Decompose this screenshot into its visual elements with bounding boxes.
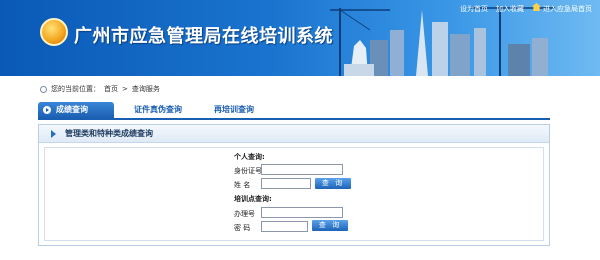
personal-query-heading: 个人查询:	[234, 153, 265, 161]
id-number-label: 身份证号	[234, 167, 262, 175]
header-banner: 广州市应急管理局在线培训系统 设为首页 加入收藏 进入应急局首页	[0, 0, 600, 76]
home-icon	[532, 3, 541, 11]
breadcrumb-separator: >	[122, 85, 128, 93]
tab-bar: 成绩查询 证件真伪查询 再培训查询	[38, 102, 550, 120]
triangle-right-icon	[51, 130, 56, 138]
add-favorite-link[interactable]: 加入收藏	[496, 4, 524, 14]
site-title: 广州市应急管理局在线培训系统	[74, 26, 333, 47]
location-icon	[40, 85, 47, 93]
bureau-homepage-link[interactable]: 进入应急局首页	[532, 3, 592, 14]
set-homepage-link[interactable]: 设为首页	[460, 4, 488, 14]
name-label: 姓 名	[234, 181, 251, 189]
tab-retraining-query[interactable]: 再培训查询	[214, 102, 254, 118]
panel-header: 管理类和特种类成绩查询	[39, 125, 549, 143]
password-input[interactable]	[261, 221, 308, 232]
tab-certificate-verify[interactable]: 证件真伪查询	[134, 102, 182, 118]
breadcrumb-current: 查询服务	[131, 85, 160, 93]
id-number-input[interactable]	[261, 164, 343, 175]
org-query-heading: 培训点查询:	[234, 195, 272, 203]
breadcrumb-home-link[interactable]: 首页	[104, 84, 118, 94]
account-input[interactable]	[261, 207, 343, 218]
tab-score-query[interactable]: 成绩查询	[38, 102, 114, 118]
query-panel: 管理类和特种类成绩查询 个人查询: 身份证号 姓 名 查 询 培训点查询: 办理…	[38, 124, 550, 246]
logo-icon	[40, 18, 68, 46]
account-label: 办理号	[234, 210, 255, 218]
password-label: 密 码	[234, 224, 251, 232]
breadcrumb-prefix: 您的当前位置：	[51, 85, 100, 93]
query-form: 个人查询: 身份证号 姓 名 查 询 培训点查询: 办理号 密 码 查 询	[44, 147, 544, 241]
personal-query-button[interactable]: 查 询	[315, 178, 351, 189]
panel-title: 管理类和特种类成绩查询	[65, 129, 153, 138]
tab-label: 成绩查询	[56, 105, 88, 114]
name-input[interactable]	[261, 178, 311, 189]
breadcrumb: 您的当前位置： 首页 > 查询服务	[40, 84, 160, 94]
arrow-circle-icon	[43, 106, 51, 114]
org-query-button[interactable]: 查 询	[312, 220, 348, 231]
top-links: 设为首页 加入收藏 进入应急局首页	[460, 3, 592, 14]
